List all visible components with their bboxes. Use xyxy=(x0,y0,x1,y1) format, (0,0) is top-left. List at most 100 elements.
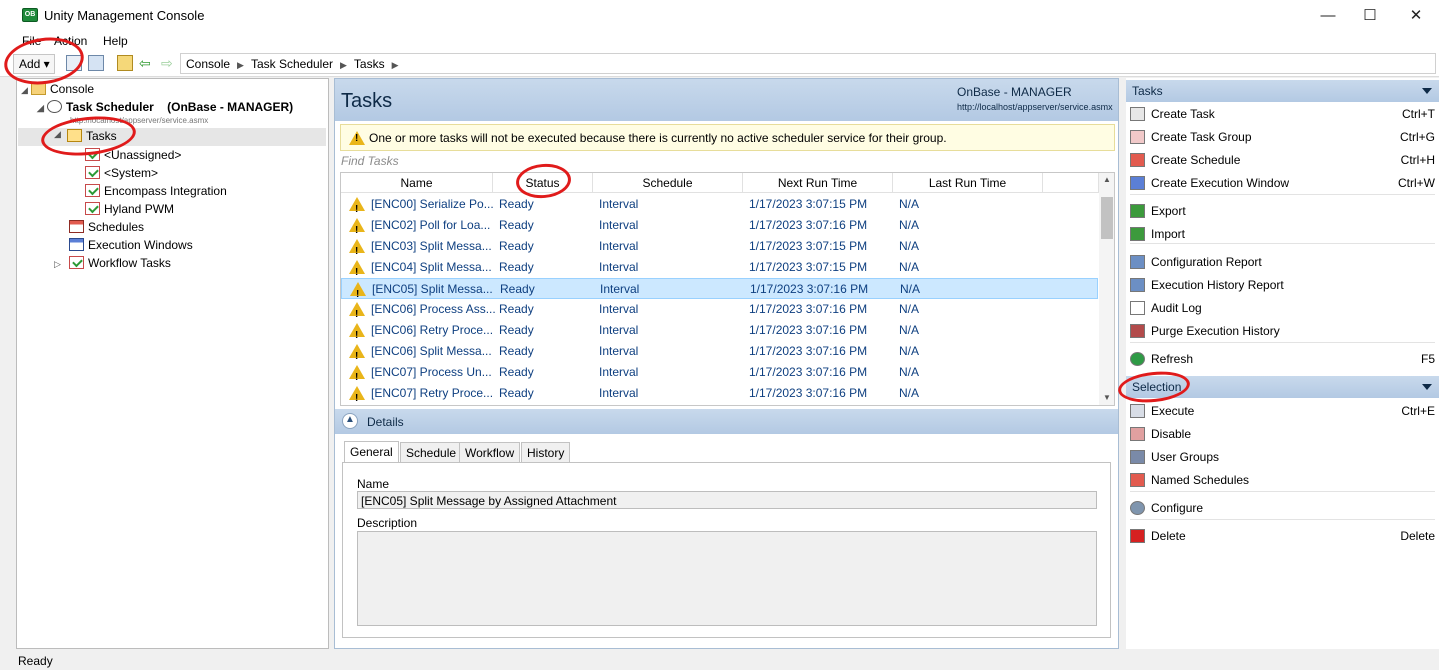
details-header[interactable]: ▲ Details xyxy=(335,409,1118,434)
breadcrumb-console[interactable]: Console xyxy=(186,57,230,71)
tab-schedule[interactable]: Schedule xyxy=(400,442,463,463)
action-label: Execute xyxy=(1151,404,1195,418)
shortcut-label: Ctrl+G xyxy=(1399,130,1435,144)
breadcrumb-tasks[interactable]: Tasks xyxy=(354,57,385,71)
column-header-next-run[interactable]: Next Run Time xyxy=(743,173,893,193)
collapse-icon[interactable]: ◢ xyxy=(37,103,47,114)
action-configure[interactable]: Configure xyxy=(1130,498,1435,518)
name-field[interactable]: [ENC05] Split Message by Assigned Attach… xyxy=(357,491,1097,509)
status-bar: Ready xyxy=(0,651,1439,670)
scroll-up-icon[interactable]: ▲ xyxy=(1103,175,1111,184)
warning-icon xyxy=(349,239,365,262)
table-row[interactable]: [ENC06] Split Messa... Ready Interval 1/17/… xyxy=(341,341,1098,367)
menu-help[interactable]: Help xyxy=(103,34,128,48)
description-field[interactable] xyxy=(357,531,1097,626)
action-export[interactable]: Export xyxy=(1130,201,1435,221)
separator xyxy=(1130,519,1435,520)
back-arrow-icon[interactable]: ⇦ xyxy=(139,56,151,70)
action-disable[interactable]: Disable xyxy=(1130,424,1435,444)
vertical-scrollbar[interactable]: ▲ ▼ xyxy=(1099,173,1114,405)
close-button[interactable]: ✕ xyxy=(1401,5,1431,27)
collapse-details-icon[interactable]: ▲ xyxy=(342,413,358,429)
action-named-schedules[interactable]: Named Schedules xyxy=(1130,470,1435,490)
app-icon: OB xyxy=(22,8,38,22)
tree-item-task-scheduler[interactable]: ◢ Task Scheduler (OnBase - MANAGER) xyxy=(37,100,293,114)
warning-icon xyxy=(349,131,365,145)
tab-workflow[interactable]: Workflow xyxy=(459,442,521,463)
tree-label: Execution Windows xyxy=(88,238,193,252)
description-label: Description xyxy=(357,516,418,530)
action-create-execution-window[interactable]: Create Execution Window Ctrl+W xyxy=(1130,173,1435,193)
tree-item-workflow-tasks[interactable]: ▷ Workflow Tasks xyxy=(54,256,171,270)
table-row[interactable]: [ENC00] Serialize Po... Ready Interval 1/17… xyxy=(341,194,1098,220)
breadcrumb-separator-icon: ▶ xyxy=(237,60,244,70)
table-row[interactable]: [ENC02] Poll for Loa... Ready Interval 1/17… xyxy=(341,215,1098,241)
scroll-down-icon[interactable]: ▼ xyxy=(1103,393,1111,402)
table-row[interactable]: [ENC05] Split Messa... Ready Interval 1/17/… xyxy=(341,278,1098,305)
minimize-button[interactable]: — xyxy=(1313,5,1343,27)
cell-status: Ready xyxy=(499,197,534,211)
up-folder-icon[interactable] xyxy=(117,55,133,71)
action-import[interactable]: Import xyxy=(1130,224,1435,244)
action-delete[interactable]: Delete Delete xyxy=(1130,526,1435,546)
action-execute[interactable]: Execute Ctrl+E xyxy=(1130,401,1435,421)
delete-icon xyxy=(1130,529,1145,543)
action-create-task[interactable]: Create Task Ctrl+T xyxy=(1130,104,1435,124)
column-header-last-run[interactable]: Last Run Time xyxy=(893,173,1043,193)
action-configuration-report[interactable]: Configuration Report xyxy=(1130,252,1435,272)
expand-icon[interactable]: ▷ xyxy=(54,259,64,270)
tab-general[interactable]: General xyxy=(344,441,399,463)
tree-item-encompass-integration[interactable]: Encompass Integration xyxy=(85,184,227,198)
cell-name: [ENC02] Poll for Loa... xyxy=(371,218,491,232)
action-audit-log[interactable]: Audit Log xyxy=(1130,298,1435,318)
collapse-icon[interactable] xyxy=(1422,88,1432,94)
action-create-task-group[interactable]: Create Task Group Ctrl+G xyxy=(1130,127,1435,147)
action-label: Export xyxy=(1151,204,1186,218)
warning-icon xyxy=(349,302,365,325)
action-label: Audit Log xyxy=(1151,301,1202,315)
cell-schedule: Interval xyxy=(599,344,639,358)
find-tasks-input[interactable]: Find Tasks xyxy=(341,154,399,168)
cell-status: Ready xyxy=(499,365,534,379)
forward-arrow-icon[interactable]: ⇨ xyxy=(161,56,173,70)
table-row[interactable]: [ENC04] Split Messa... Ready Interval 1/17/… xyxy=(341,257,1098,283)
refresh-icon xyxy=(1130,352,1145,366)
show-action-pane-icon[interactable] xyxy=(88,55,104,71)
create-execution-window-icon xyxy=(1130,176,1145,190)
action-label: Import xyxy=(1151,227,1186,241)
scrollbar-thumb[interactable] xyxy=(1101,197,1113,239)
table-row[interactable]: [ENC06] Process Ass...Ready Interval 1/17/… xyxy=(341,299,1098,325)
action-label: Refresh xyxy=(1151,352,1194,366)
table-row[interactable]: [ENC03] Split Messa... Ready Interval 1/17/… xyxy=(341,236,1098,262)
maximize-button[interactable]: ☐ xyxy=(1355,5,1385,27)
table-row[interactable]: [ENC06] Retry Proce... Ready Interval 1/17/… xyxy=(341,320,1098,346)
action-refresh[interactable]: Refresh F5 xyxy=(1130,349,1435,369)
cell-schedule: Interval xyxy=(599,365,639,379)
action-create-schedule[interactable]: Create Schedule Ctrl+H xyxy=(1130,150,1435,170)
collapse-icon[interactable]: ◢ xyxy=(21,85,31,96)
breadcrumb-separator-icon: ▶ xyxy=(340,60,347,70)
tree-label: Workflow Tasks xyxy=(88,256,171,270)
action-purge-execution-history[interactable]: Purge Execution History xyxy=(1130,321,1435,341)
tree-item-execution-windows[interactable]: Execution Windows xyxy=(69,238,193,252)
action-user-groups[interactable]: User Groups xyxy=(1130,447,1435,467)
tab-history[interactable]: History xyxy=(521,442,571,463)
tree-item-hyland-pwm[interactable]: Hyland PWM xyxy=(85,202,174,216)
warning-icon xyxy=(350,282,366,305)
tasks-panel: Tasks OnBase - MANAGER http://localhost/… xyxy=(334,78,1119,649)
table-row[interactable]: [ENC07] Retry Proce... Ready Interval 1/17/… xyxy=(341,383,1098,405)
tasks-actions-header[interactable]: Tasks xyxy=(1126,80,1439,102)
collapse-icon[interactable] xyxy=(1422,384,1432,390)
tree-item-system[interactable]: <System> xyxy=(85,166,158,180)
cell-last: N/A xyxy=(899,197,920,211)
column-header-name[interactable]: Name xyxy=(341,173,493,193)
tree-item-schedules[interactable]: Schedules xyxy=(69,220,144,234)
cell-status: Ready xyxy=(499,239,534,253)
cell-name: [ENC06] Process Ass... xyxy=(371,302,496,316)
action-execution-history-report[interactable]: Execution History Report xyxy=(1130,275,1435,295)
table-row[interactable]: [ENC07] Process Un... Ready Interval 1/17/2… xyxy=(341,362,1098,388)
breadcrumb-task-scheduler[interactable]: Task Scheduler xyxy=(251,57,333,71)
cell-name: [ENC07] Retry Proce... xyxy=(371,386,494,400)
purge-icon xyxy=(1130,324,1145,338)
column-header-schedule[interactable]: Schedule xyxy=(593,173,743,193)
